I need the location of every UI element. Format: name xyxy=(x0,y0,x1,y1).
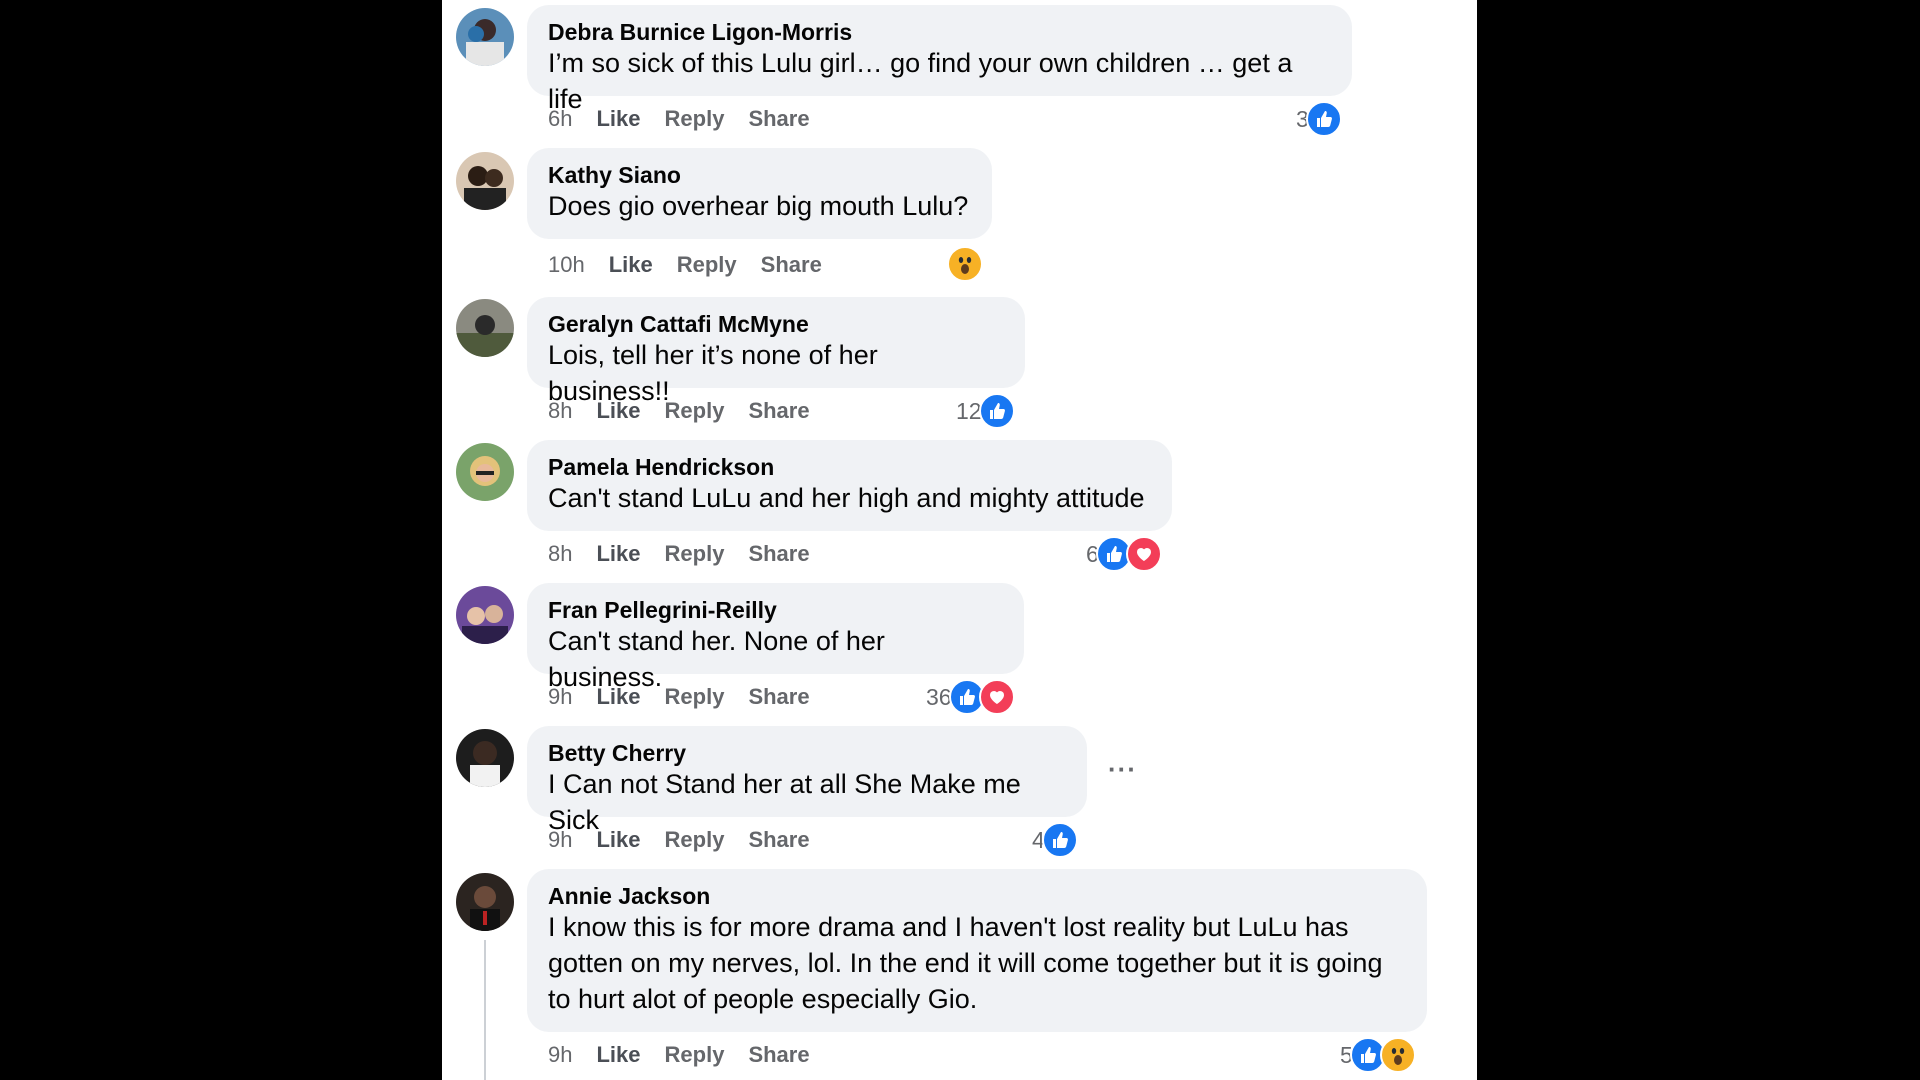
thumbs-up-icon xyxy=(978,393,1015,429)
reaction-summary[interactable]: 36 xyxy=(926,679,1015,715)
share-button[interactable]: Share xyxy=(748,827,809,852)
wow-face-icon xyxy=(947,246,983,282)
comment-author[interactable]: Betty Cherry xyxy=(548,740,1065,766)
comment-actions: 8h Like Reply Share xyxy=(548,539,834,569)
comment-time[interactable]: 6h xyxy=(548,106,572,131)
comment-author[interactable]: Pamela Hendrickson xyxy=(548,454,1150,480)
like-button[interactable]: Like xyxy=(596,684,640,709)
comment-text: Can't stand LuLu and her high and mighty… xyxy=(548,483,1145,513)
comment-time[interactable]: 8h xyxy=(548,398,572,423)
avatar[interactable] xyxy=(456,8,514,66)
avatar[interactable] xyxy=(456,152,514,210)
reaction-summary[interactable]: 3 xyxy=(1296,101,1342,137)
heart-icon xyxy=(1125,536,1162,572)
comment-time[interactable]: 9h xyxy=(548,684,572,709)
reply-button[interactable]: Reply xyxy=(665,398,725,423)
comment-author[interactable]: Fran Pellegrini-Reilly xyxy=(548,597,1002,623)
comment-author[interactable]: Geralyn Cattafi McMyne xyxy=(548,311,1003,337)
reaction-summary[interactable]: 6 xyxy=(1086,536,1162,572)
like-button[interactable]: Like xyxy=(596,398,640,423)
comment-bubble: Fran Pellegrini-Reilly Can't stand her. … xyxy=(527,583,1024,692)
comment-time[interactable]: 9h xyxy=(548,1042,572,1067)
comment-bubble: Debra Burnice Ligon-Morris I’m so sick o… xyxy=(527,5,1352,114)
share-button[interactable]: Share xyxy=(748,398,809,423)
reaction-summary[interactable]: 5 xyxy=(1340,1037,1416,1073)
comment-bubble: Pamela Hendrickson Can't stand LuLu and … xyxy=(527,440,1172,531)
avatar[interactable] xyxy=(456,586,514,644)
share-button[interactable]: Share xyxy=(748,106,809,131)
comment-time[interactable]: 10h xyxy=(548,252,585,277)
reaction-summary[interactable]: 4 xyxy=(1032,822,1078,858)
share-button[interactable]: Share xyxy=(761,252,822,277)
avatar[interactable] xyxy=(456,729,514,787)
like-button[interactable]: Like xyxy=(596,106,640,131)
comment-bubble: Kathy Siano Does gio overhear big mouth … xyxy=(527,148,992,239)
comment-text: I know this is for more drama and I have… xyxy=(548,912,1383,1014)
like-button[interactable]: Like xyxy=(596,827,640,852)
reply-button[interactable]: Reply xyxy=(665,684,725,709)
reaction-count: 36 xyxy=(926,684,952,710)
reaction-summary[interactable]: 12 xyxy=(956,393,1015,429)
like-button[interactable]: Like xyxy=(609,252,653,277)
comment-actions: 10h Like Reply Share xyxy=(548,250,846,280)
thread-line xyxy=(484,940,486,1080)
thumbs-up-icon xyxy=(1305,101,1342,137)
comment-bubble: Betty Cherry I Can not Stand her at all … xyxy=(527,726,1087,835)
comment-bubble: Geralyn Cattafi McMyne Lois, tell her it… xyxy=(527,297,1025,406)
comment-time[interactable]: 9h xyxy=(548,827,572,852)
comment-actions: 9h Like Reply Share xyxy=(548,1040,834,1070)
comment-actions: 8h Like Reply Share xyxy=(548,396,834,426)
reaction-summary[interactable] xyxy=(947,246,983,282)
reaction-count: 12 xyxy=(956,398,982,424)
share-button[interactable]: Share xyxy=(748,1042,809,1067)
comment-text: Does gio overhear big mouth Lulu? xyxy=(548,191,969,221)
comment-author[interactable]: Debra Burnice Ligon-Morris xyxy=(548,19,1330,45)
avatar[interactable] xyxy=(456,299,514,357)
comment-author[interactable]: Annie Jackson xyxy=(548,883,1405,909)
reply-button[interactable]: Reply xyxy=(665,541,725,566)
share-button[interactable]: Share xyxy=(748,684,809,709)
comment-author[interactable]: Kathy Siano xyxy=(548,162,970,188)
comment-actions: 9h Like Reply Share xyxy=(548,682,834,712)
share-button[interactable]: Share xyxy=(748,541,809,566)
more-options-button[interactable]: ··· xyxy=(1108,754,1137,785)
comment-actions: 6h Like Reply Share xyxy=(548,104,834,134)
like-button[interactable]: Like xyxy=(596,541,640,566)
comment-time[interactable]: 8h xyxy=(548,541,572,566)
reply-button[interactable]: Reply xyxy=(665,1042,725,1067)
comments-panel: Debra Burnice Ligon-Morris I’m so sick o… xyxy=(442,0,1477,1080)
reply-button[interactable]: Reply xyxy=(677,252,737,277)
comment-actions: 9h Like Reply Share xyxy=(548,825,834,855)
avatar[interactable] xyxy=(456,873,514,931)
like-button[interactable]: Like xyxy=(596,1042,640,1067)
avatar[interactable] xyxy=(456,443,514,501)
reply-button[interactable]: Reply xyxy=(665,827,725,852)
comment-bubble: Annie Jackson I know this is for more dr… xyxy=(527,869,1427,1032)
thumbs-up-icon xyxy=(1041,822,1078,858)
reply-button[interactable]: Reply xyxy=(665,106,725,131)
wow-face-icon xyxy=(1379,1037,1416,1073)
heart-icon xyxy=(978,679,1015,715)
